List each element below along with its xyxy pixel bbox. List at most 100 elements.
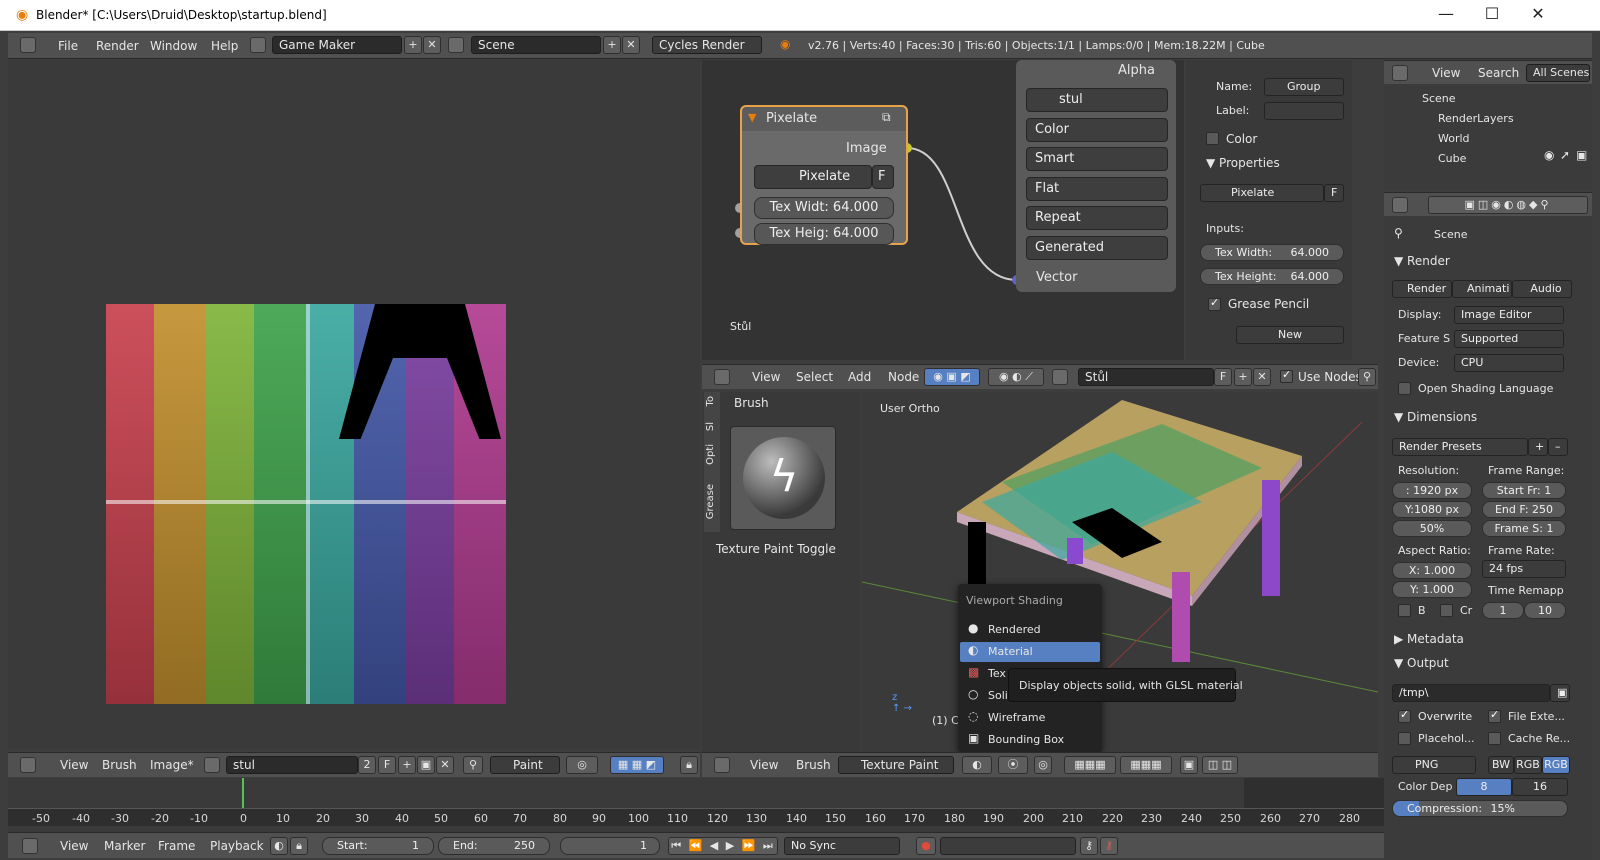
menu-window[interactable]: Window (150, 39, 197, 53)
frame-rate-select[interactable]: 24 fps (1482, 560, 1566, 578)
node-header[interactable]: ▼ Pixelate ⧉ (742, 107, 906, 131)
aspect-y-input[interactable]: Y: 1.000 (1392, 581, 1472, 598)
renderable-camera-icon[interactable]: ▣ (1576, 148, 1587, 162)
cache-result-label[interactable]: Cache Re... (1508, 732, 1570, 745)
properties-section[interactable]: ▼ Properties (1206, 156, 1280, 170)
node-tex-height-input[interactable]: Tex Heig: 64.000 (754, 223, 894, 245)
osl-label[interactable]: Open Shading Language (1418, 382, 1553, 395)
file-extension-checkbox[interactable] (1488, 708, 1501, 723)
properties-context-tabs[interactable]: ▣◫◉◐◍◆⚲ (1428, 196, 1588, 214)
image-new-button[interactable]: + (398, 756, 416, 774)
image-snap-icon[interactable]: ◎ (566, 756, 598, 774)
image-unlink-button[interactable]: ✕ (436, 756, 454, 774)
time-remap-old-input[interactable]: 1 (1482, 602, 1524, 619)
brush-section[interactable]: Brush (734, 396, 769, 410)
layer-buttons[interactable]: ▦▦▦ (1064, 756, 1116, 774)
node-image-color[interactable]: Color (1026, 118, 1168, 142)
pin-icon[interactable]: ⚲ (463, 756, 483, 774)
device-select[interactable]: CPU (1454, 354, 1564, 372)
close-button[interactable]: ✕ (1518, 4, 1558, 23)
menu-file[interactable]: File (58, 39, 78, 53)
grease-pencil-section[interactable]: Grease Pencil (1228, 297, 1309, 311)
overwrite-label[interactable]: Overwrite (1418, 710, 1472, 723)
material-browse-icon[interactable] (1052, 369, 1068, 385)
screen-layout-icon[interactable] (250, 37, 266, 53)
node-image-source[interactable]: Generated (1026, 236, 1168, 260)
render-opengl-icon[interactable]: ◫ ◫ (1202, 756, 1238, 774)
material-name-field[interactable]: Stůl (1078, 368, 1214, 386)
preset-add-button[interactable]: + (1528, 438, 1548, 456)
screen-add-button[interactable]: + (404, 36, 422, 54)
brush-preview[interactable]: ϟ (730, 426, 836, 530)
frame-end-input[interactable]: End F: 250 (1482, 501, 1566, 518)
tab-options[interactable]: Opti (705, 444, 716, 465)
material-fake-button[interactable]: F (1214, 368, 1232, 386)
keying-set-field[interactable] (940, 837, 1076, 855)
metadata-section[interactable]: ▶ Metadata (1394, 632, 1464, 646)
frame-step-input[interactable]: Frame S: 1 (1482, 520, 1566, 537)
pin-scene-icon[interactable]: ⚲ (1394, 226, 1403, 240)
pixelate-node[interactable]: ▼ Pixelate ⧉ Image Pixelate F Tex Widt: … (740, 105, 908, 245)
border-checkbox[interactable] (1398, 604, 1411, 617)
node-group-fake-button[interactable]: F (872, 165, 894, 189)
tex-height-input[interactable]: Tex Height: 64.000 (1200, 268, 1344, 285)
node-menu-node[interactable]: Node (888, 370, 919, 384)
editor-type-info-icon[interactable] (20, 37, 36, 53)
render-presets-select[interactable]: Render Presets (1392, 438, 1528, 456)
node-image-name[interactable]: stul (1026, 88, 1168, 112)
render-engine-select[interactable]: Cycles Render (652, 36, 762, 54)
resolution-percent-input[interactable]: 50% (1392, 520, 1472, 537)
timeline-menu-marker[interactable]: Marker (104, 839, 145, 853)
outliner-display-mode[interactable]: All Scenes (1526, 64, 1590, 82)
scene-remove-button[interactable]: ✕ (622, 36, 640, 54)
viewport-shading-button[interactable]: ◐ (962, 756, 992, 774)
render-section[interactable]: ▼ Render (1394, 254, 1450, 268)
manipulator-button[interactable]: ◎ (1034, 756, 1052, 774)
output-path-input[interactable]: /tmp\ (1392, 684, 1550, 702)
feature-set-select[interactable]: Supported (1454, 330, 1564, 348)
node-group-icon[interactable]: ⧉ (882, 110, 891, 125)
interaction-mode-select[interactable]: Texture Paint (838, 756, 954, 774)
outliner-menu-view[interactable]: View (1432, 66, 1460, 80)
image-editor[interactable] (8, 60, 700, 750)
node-editor[interactable]: ▼ Pixelate ⧉ Image Pixelate F Tex Widt: … (702, 60, 1184, 360)
time-remap-new-input[interactable]: 10 (1524, 602, 1566, 619)
outliner-scene[interactable]: Scene (1422, 92, 1456, 105)
color-rgb-button[interactable]: RGB (1514, 756, 1542, 774)
shading-wireframe[interactable]: ◌ Wireframe (960, 708, 1100, 728)
viewport-menu-view[interactable]: View (750, 758, 778, 772)
current-frame-input[interactable]: 1 (560, 837, 660, 855)
render-button[interactable]: Render (1392, 280, 1452, 298)
resolution-y-input[interactable]: Y:1080 px (1392, 501, 1472, 518)
outliner-world[interactable]: World (1438, 132, 1470, 145)
tex-width-input[interactable]: Tex Width: 64.000 (1200, 244, 1344, 261)
node-group-select[interactable]: Pixelate (754, 165, 872, 189)
border-label[interactable]: B (1418, 604, 1426, 617)
scene-icon[interactable] (448, 37, 464, 53)
minimize-button[interactable]: — (1426, 4, 1466, 23)
grease-pencil-checkbox[interactable] (1208, 296, 1221, 311)
crop-label[interactable]: Cr (1460, 604, 1472, 617)
texture-paint-toggle-section[interactable]: Texture Paint Toggle (716, 542, 836, 556)
output-path-browse-button[interactable]: ▣ (1550, 684, 1570, 702)
record-icon[interactable]: ● (916, 837, 936, 855)
shading-rendered[interactable]: ● Rendered (960, 620, 1100, 640)
node-color-checkbox[interactable] (1206, 132, 1219, 145)
menu-render[interactable]: Render (96, 39, 139, 53)
insert-keyframe-icon[interactable]: ⚷ (1080, 837, 1098, 855)
timeline[interactable] (8, 778, 1384, 832)
group-select[interactable]: Pixelate (1200, 184, 1324, 202)
node-tree-type-icon[interactable]: ◉ ▣ ◩ (924, 368, 980, 386)
image-fake-user-button[interactable]: F (378, 756, 396, 774)
current-frame-line[interactable] (242, 778, 244, 808)
node-image-interpolation[interactable]: Smart (1026, 147, 1168, 171)
editor-type-timeline-icon[interactable] (22, 838, 38, 854)
osl-checkbox[interactable] (1398, 382, 1411, 395)
image-menu-view[interactable]: View (60, 758, 88, 772)
playback-controls[interactable]: ⏮ ⏪ ◀ ▶ ⏩ ⏭ (668, 837, 778, 855)
color-bw-button[interactable]: BW (1488, 756, 1514, 774)
image-menu-brush[interactable]: Brush (102, 758, 137, 772)
editor-type-outliner-icon[interactable] (1392, 65, 1408, 81)
file-format-select[interactable]: PNG (1392, 756, 1476, 774)
image-draw-channels-icon[interactable]: ▦ ▦ ◩ (610, 756, 664, 774)
